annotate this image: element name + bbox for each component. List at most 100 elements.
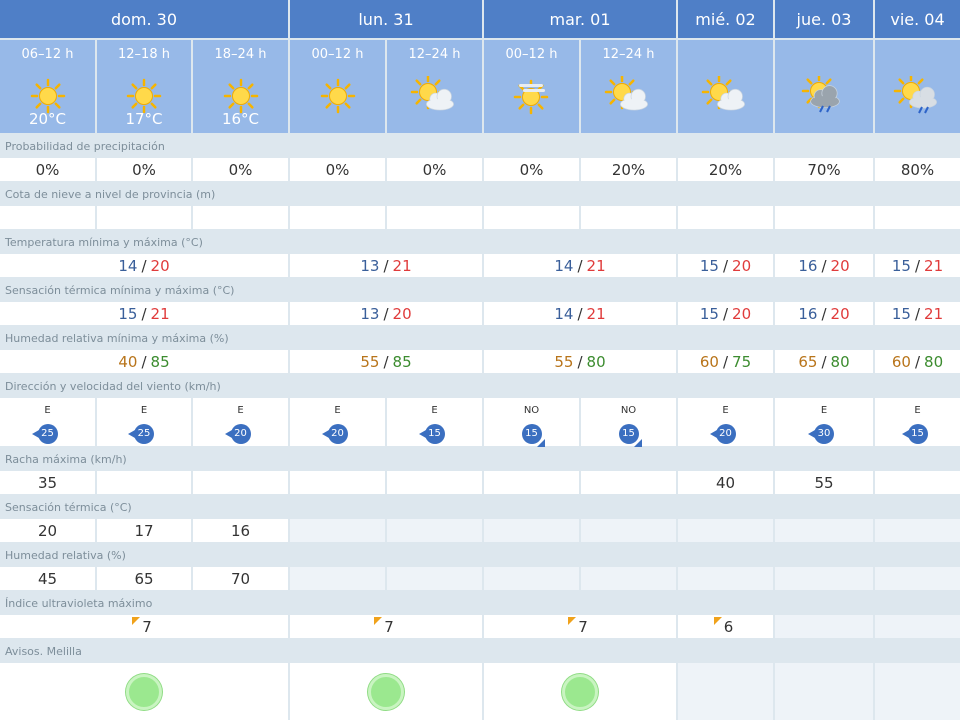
separator-slash: / [722, 256, 729, 275]
table-cell [775, 663, 873, 720]
uv-index: 7 [132, 616, 152, 636]
humidity-max: 80 [924, 352, 944, 371]
wind-direction: E [431, 405, 438, 416]
row-label-text: Cota de nieve a nivel de provincia (m) [5, 188, 216, 201]
separator-slash: / [821, 256, 827, 275]
table-cell [193, 471, 288, 494]
table-cell [581, 206, 676, 229]
feel-min: 13 [360, 304, 380, 323]
table-cell [775, 615, 873, 638]
table-cell: 15/21 [875, 302, 960, 325]
feel-value: 17 [134, 521, 154, 540]
table-cell: E 15 [875, 398, 960, 446]
table-cell [193, 206, 288, 229]
separator-slash: / [141, 352, 147, 371]
table-cell: 0% [290, 158, 385, 181]
table-cell: 55/80 [484, 350, 676, 373]
table-cell: 0% [0, 158, 95, 181]
row-label-text: Sensación térmica (°C) [5, 501, 132, 514]
temp-min: 15 [891, 256, 911, 275]
feel-max: 20 [392, 304, 412, 323]
separator-slash: / [141, 256, 147, 275]
table-cell [678, 567, 773, 590]
wind-direction: E [820, 405, 828, 416]
feel-min: 15 [118, 304, 138, 323]
table-cell: 7 [484, 615, 676, 638]
feel-min: 16 [798, 304, 818, 323]
precip-value: 20% [611, 160, 646, 179]
wind-badge: 15 [618, 424, 642, 447]
separator-slash: / [383, 352, 389, 371]
wind-badge: 20 [321, 424, 348, 444]
table-cell: 15/20 [678, 254, 773, 277]
period-header [775, 40, 873, 133]
precip-value: 70% [807, 160, 841, 179]
wind-badge: 20 [224, 424, 251, 444]
period-header: 00–12 h [290, 40, 385, 133]
period-temperature: 16°C [221, 110, 260, 128]
humidity-value: 70 [230, 569, 251, 588]
cloud-rain-icon [799, 73, 849, 116]
wind-speed: 15 [907, 424, 928, 444]
wind-badge: 25 [128, 424, 154, 444]
row-label-text: Dirección y velocidad del viento (km/h) [5, 380, 221, 393]
uv-index: 7 [568, 616, 588, 636]
humidity-max: 85 [150, 352, 170, 371]
table-cell: 60/80 [875, 350, 960, 373]
day-header: vie. 04 [875, 0, 960, 38]
table-cell: 15/20 [678, 302, 773, 325]
table-cell: 13/21 [290, 254, 482, 277]
temp-max: 20 [150, 256, 170, 275]
humidity-value: 65 [134, 569, 154, 588]
table-cell: 35 [0, 471, 95, 494]
feel-min: 15 [699, 304, 719, 323]
period-label: 06–12 h [21, 47, 74, 62]
table-cell: 15/21 [875, 254, 960, 277]
table-cell [581, 519, 676, 542]
table-cell: E 15 [387, 398, 482, 446]
table-cell [290, 663, 482, 720]
table-cell [581, 471, 676, 494]
table-cell: 0% [484, 158, 579, 181]
wind-direction: E [914, 405, 921, 416]
wind-speed: 15 [521, 424, 542, 444]
precip-value: 0% [35, 160, 60, 179]
warning-green-icon [126, 673, 162, 710]
row-label-text: Índice ultravioleta máximo [5, 597, 153, 610]
wind-badge: 25 [31, 424, 58, 444]
table-cell: 16/20 [775, 254, 873, 277]
humidity-min: 60 [891, 352, 911, 371]
sun-cloud-rain-icon [893, 73, 943, 116]
table-cell: E 20 [193, 398, 288, 446]
table-cell: 40 [678, 471, 773, 494]
table-cell: 16 [193, 519, 288, 542]
humidity-max: 85 [392, 352, 412, 371]
period-label: 00–12 h [505, 47, 558, 62]
row-label-text: Racha máxima (km/h) [5, 453, 127, 466]
feel-min: 14 [554, 304, 574, 323]
row-label: Índice ultravioleta máximo [0, 592, 960, 615]
temp-min: 14 [118, 256, 138, 275]
table-cell [484, 567, 579, 590]
table-cell: 20 [0, 519, 95, 542]
table-cell: E 20 [678, 398, 773, 446]
row-label: Dirección y velocidad del viento (km/h) [0, 375, 960, 398]
separator-slash: / [383, 256, 389, 275]
wind-badge: 15 [418, 424, 445, 444]
table-cell [97, 471, 191, 494]
sun-cloud-icon [701, 74, 751, 116]
wind-badge: 15 [521, 424, 545, 447]
wind-direction: E [334, 405, 341, 416]
sun-cloud-icon [410, 74, 460, 116]
row-label: Avisos. Melilla [0, 640, 960, 663]
wind-direction: E [722, 405, 729, 416]
row-label-text: Sensación térmica mínima y máxima (°C) [5, 284, 235, 297]
table-cell [0, 206, 95, 229]
uv-index: 7 [374, 616, 394, 636]
wind-speed: 25 [37, 424, 58, 444]
table-cell: NO 15 [581, 398, 676, 447]
table-cell: 60/75 [678, 350, 773, 373]
table-cell [678, 206, 773, 229]
table-cell: 0% [387, 158, 482, 181]
table-cell [581, 567, 676, 590]
